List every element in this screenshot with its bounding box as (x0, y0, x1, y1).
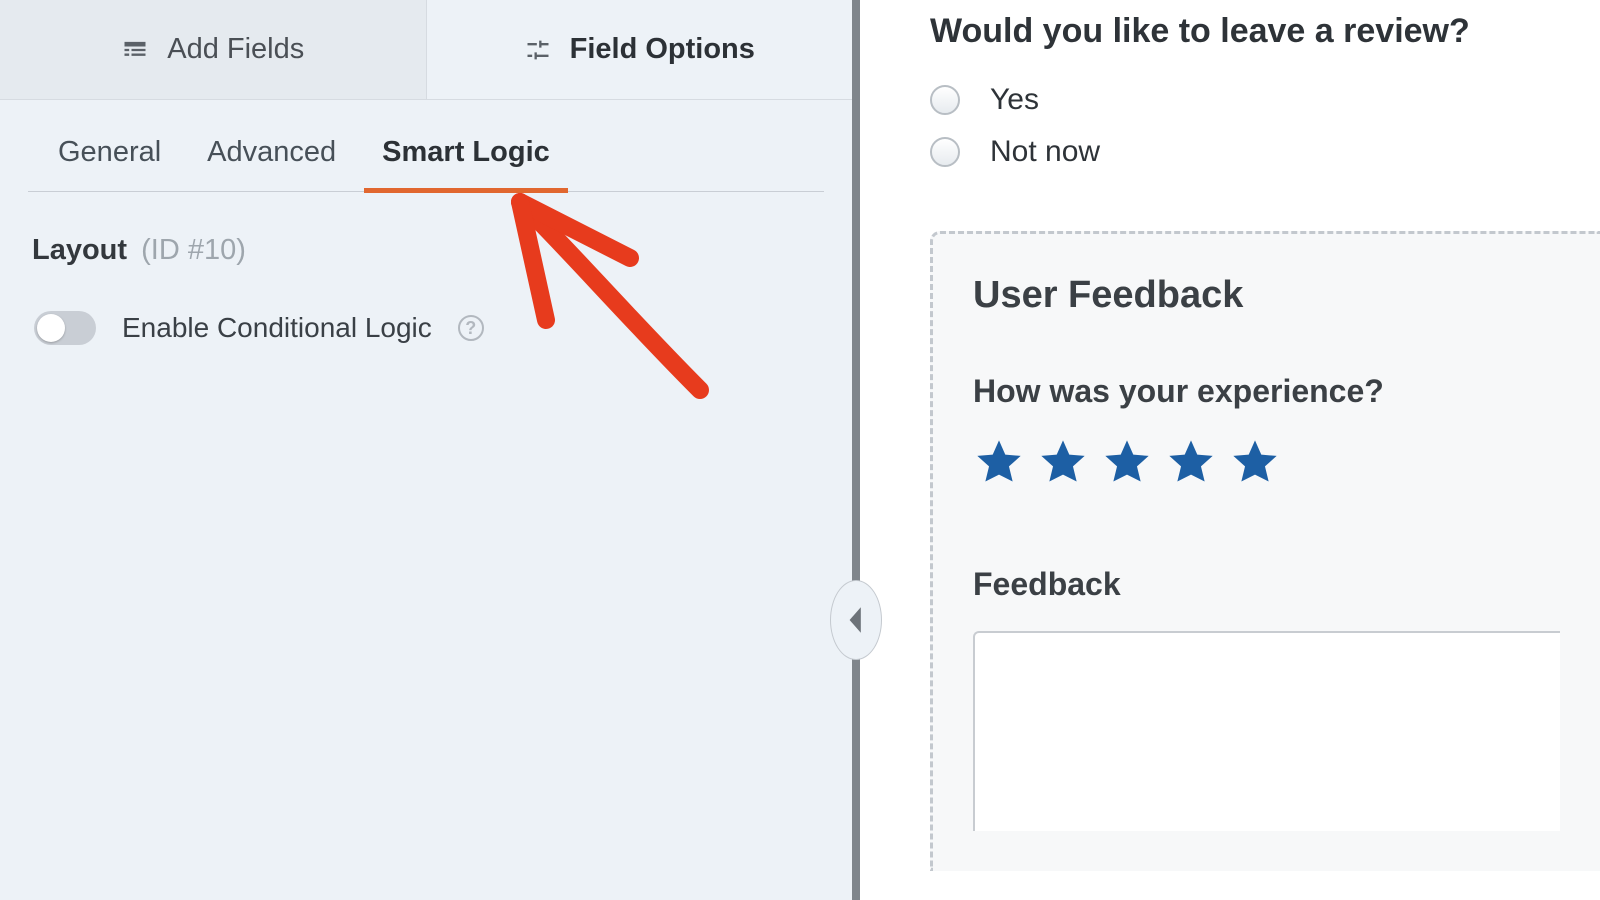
review-radio-group: Yes Not now (930, 83, 1600, 169)
user-feedback-section[interactable]: User Feedback How was your experience? F… (930, 231, 1600, 871)
tab-label: Add Fields (167, 33, 304, 66)
star-icon[interactable] (973, 436, 1025, 488)
star-rating[interactable] (973, 436, 1560, 488)
toggle-knob (37, 314, 65, 342)
field-type-label: Layout (32, 234, 127, 266)
subtab-smart-logic[interactable]: Smart Logic (378, 122, 554, 191)
collapse-sidebar-button[interactable] (830, 580, 882, 660)
builder-sidebar: Add Fields Field Options General Advance… (0, 0, 860, 900)
field-id-label: (ID #10) (141, 234, 246, 266)
experience-question-label: How was your experience? (973, 373, 1560, 410)
radio-label: Yes (990, 83, 1039, 117)
subtab-general[interactable]: General (54, 122, 165, 191)
radio-label: Not now (990, 135, 1100, 169)
subtab-advanced[interactable]: Advanced (203, 122, 340, 191)
chevron-left-icon (848, 607, 864, 633)
conditional-logic-toggle[interactable] (34, 311, 96, 345)
options-subtab-bar: General Advanced Smart Logic (28, 100, 824, 192)
form-preview-panel: Would you like to leave a review? Yes No… (860, 0, 1600, 900)
star-icon[interactable] (1165, 436, 1217, 488)
form-fields-icon (121, 36, 149, 64)
section-title: User Feedback (973, 274, 1560, 317)
help-icon[interactable]: ? (458, 315, 484, 341)
smart-logic-section: Layout (ID #10) Enable Conditional Logic… (0, 192, 852, 345)
star-icon[interactable] (1037, 436, 1089, 488)
radio-dot[interactable] (930, 137, 960, 167)
feedback-textarea[interactable] (973, 631, 1560, 831)
star-icon[interactable] (1101, 436, 1153, 488)
tab-add-fields[interactable]: Add Fields (0, 0, 426, 99)
review-question-label: Would you like to leave a review? (930, 12, 1600, 51)
radio-dot[interactable] (930, 85, 960, 115)
star-icon[interactable] (1229, 436, 1281, 488)
tab-label: Field Options (570, 33, 755, 66)
top-tab-bar: Add Fields Field Options (0, 0, 852, 100)
conditional-logic-label: Enable Conditional Logic (122, 312, 432, 344)
feedback-field-label: Feedback (973, 566, 1560, 603)
sliders-icon (524, 36, 552, 64)
field-heading: Layout (ID #10) (32, 234, 820, 267)
radio-option-yes[interactable]: Yes (930, 83, 1600, 117)
radio-option-not-now[interactable]: Not now (930, 135, 1600, 169)
tab-field-options[interactable]: Field Options (426, 0, 853, 99)
